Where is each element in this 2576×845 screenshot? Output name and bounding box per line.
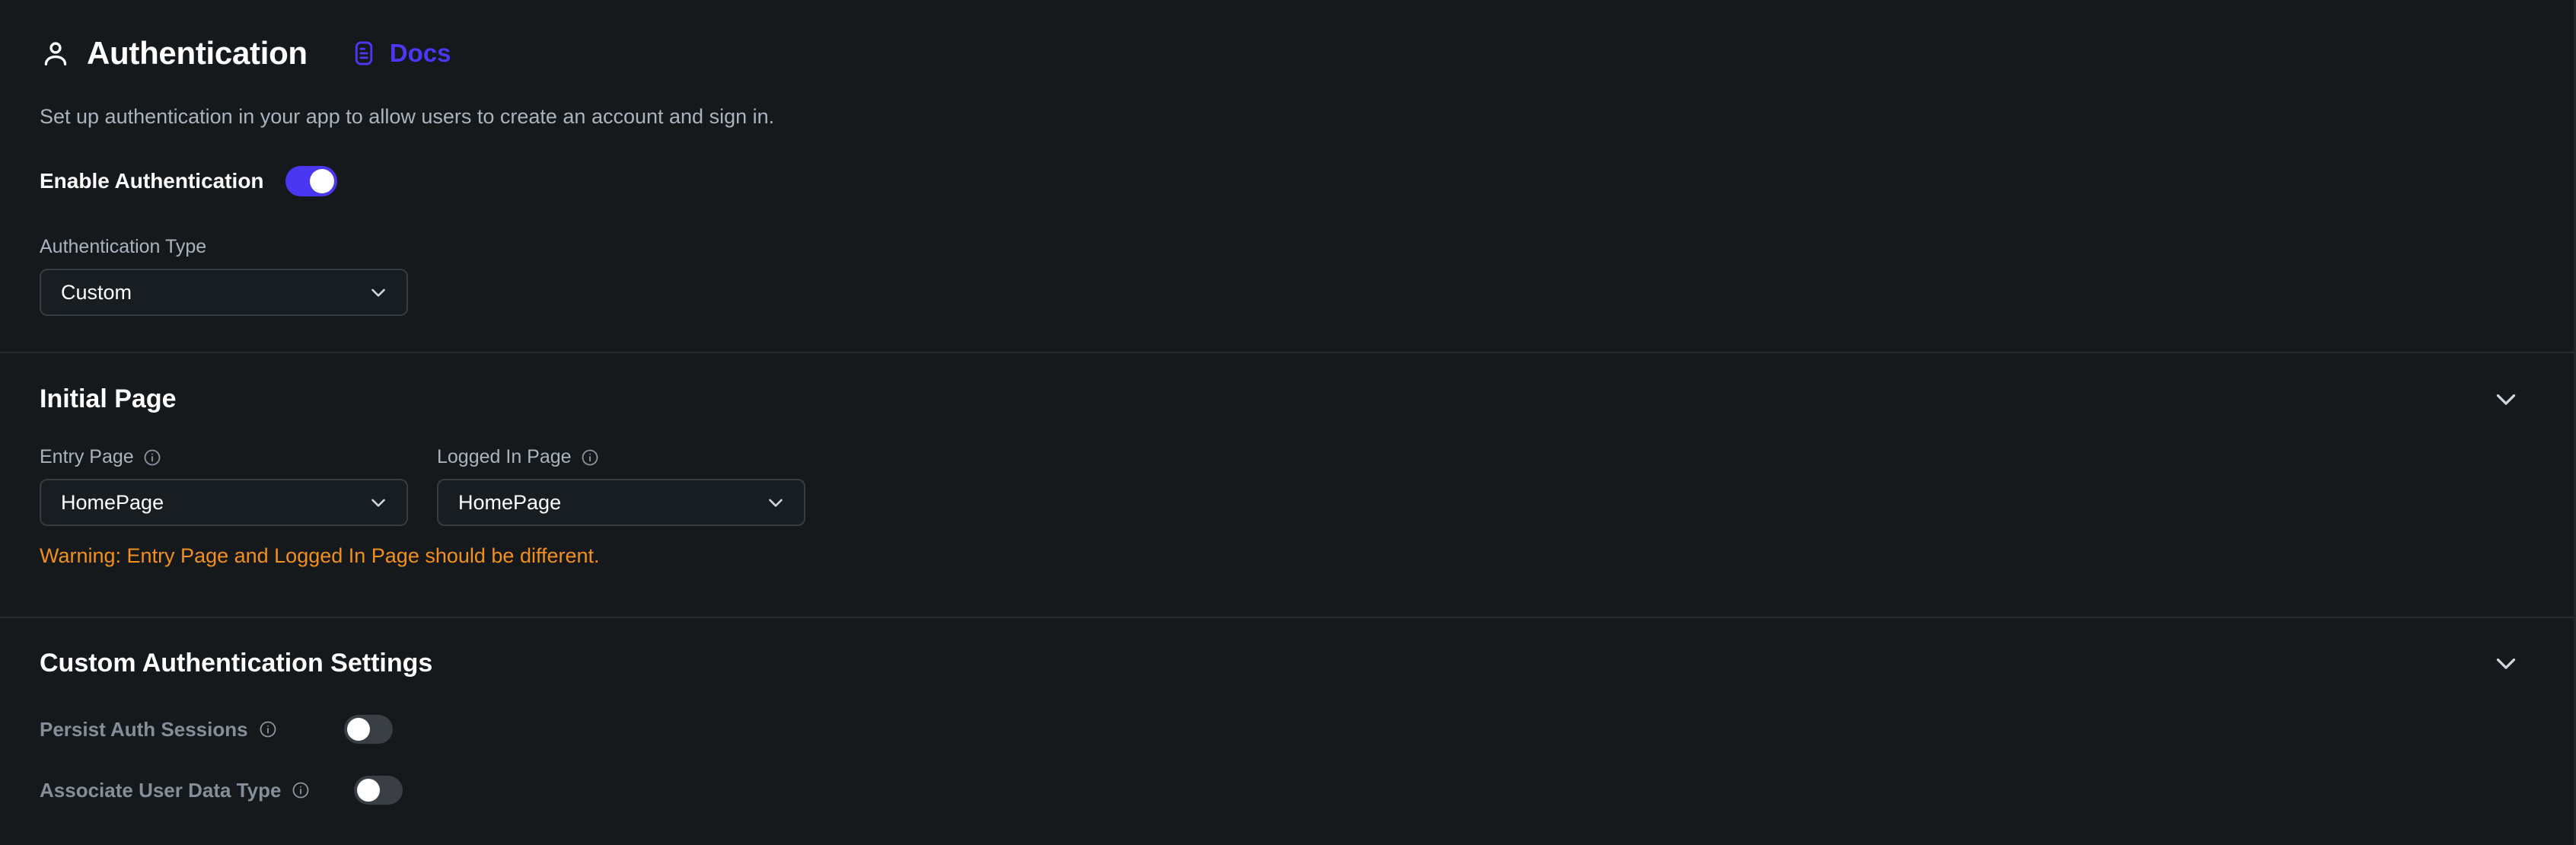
authentication-type-label: Authentication Type bbox=[40, 236, 408, 258]
custom-settings-section-header[interactable]: Custom Authentication Settings bbox=[0, 643, 2574, 683]
info-icon[interactable] bbox=[259, 720, 277, 738]
associate-user-data-type-row: Associate User Data Type bbox=[40, 776, 403, 805]
info-icon[interactable] bbox=[581, 448, 599, 467]
toggle-knob bbox=[346, 718, 370, 741]
chevron-down-icon[interactable] bbox=[2490, 383, 2522, 415]
logged-in-page-group: Logged In Page HomePage bbox=[437, 446, 805, 526]
page-description: Set up authentication in your app to all… bbox=[40, 105, 775, 128]
toggle-knob bbox=[357, 779, 381, 802]
entry-page-group: Entry Page HomePage bbox=[40, 446, 408, 526]
logged-in-page-label: Logged In Page bbox=[437, 446, 805, 468]
authentication-type-value: Custom bbox=[61, 280, 132, 304]
entry-page-label-text: Entry Page bbox=[40, 446, 134, 467]
initial-page-fields: Entry Page HomePage Logged In Page HomeP… bbox=[40, 446, 805, 526]
authentication-type-select[interactable]: Custom bbox=[40, 269, 408, 316]
associate-user-data-type-label: Associate User Data Type bbox=[40, 778, 282, 802]
persist-auth-sessions-row: Persist Auth Sessions bbox=[40, 715, 393, 744]
chevron-down-icon bbox=[764, 491, 787, 514]
authentication-type-group: Authentication Type Custom bbox=[40, 236, 408, 316]
custom-settings-title: Custom Authentication Settings bbox=[40, 648, 433, 678]
associate-user-data-type-toggle[interactable] bbox=[354, 776, 403, 805]
chevron-down-icon bbox=[367, 491, 390, 514]
chevron-down-icon bbox=[367, 281, 390, 304]
initial-page-warning: Warning: Entry Page and Logged In Page s… bbox=[40, 544, 600, 567]
info-icon[interactable] bbox=[143, 448, 161, 467]
initial-page-title: Initial Page bbox=[40, 384, 177, 413]
user-icon bbox=[40, 37, 72, 69]
initial-page-section-header[interactable]: Initial Page bbox=[0, 379, 2574, 419]
entry-page-label: Entry Page bbox=[40, 446, 408, 468]
docs-link[interactable]: Docs bbox=[350, 39, 451, 68]
page-header: Authentication Docs bbox=[40, 35, 451, 72]
enable-authentication-row: Enable Authentication bbox=[40, 166, 337, 196]
authentication-settings-panel: Authentication Docs Set up authenticatio… bbox=[0, 0, 2576, 845]
logged-in-page-select[interactable]: HomePage bbox=[437, 479, 805, 526]
logged-in-page-value: HomePage bbox=[458, 490, 562, 514]
chevron-down-icon[interactable] bbox=[2490, 647, 2522, 679]
enable-authentication-toggle[interactable] bbox=[285, 166, 337, 196]
logged-in-page-label-text: Logged In Page bbox=[437, 446, 572, 467]
entry-page-value: HomePage bbox=[61, 490, 164, 514]
toggle-knob bbox=[309, 169, 334, 193]
document-icon bbox=[350, 40, 378, 67]
authentication-type-label-text: Authentication Type bbox=[40, 236, 207, 257]
docs-label: Docs bbox=[389, 39, 451, 67]
info-icon[interactable] bbox=[292, 781, 310, 799]
entry-page-select[interactable]: HomePage bbox=[40, 479, 408, 526]
section-divider bbox=[0, 352, 2574, 353]
enable-authentication-label: Enable Authentication bbox=[40, 169, 264, 193]
page-title: Authentication bbox=[87, 35, 308, 71]
persist-auth-sessions-toggle[interactable] bbox=[343, 715, 393, 744]
section-divider bbox=[0, 617, 2574, 618]
persist-auth-sessions-label: Persist Auth Sessions bbox=[40, 717, 248, 741]
